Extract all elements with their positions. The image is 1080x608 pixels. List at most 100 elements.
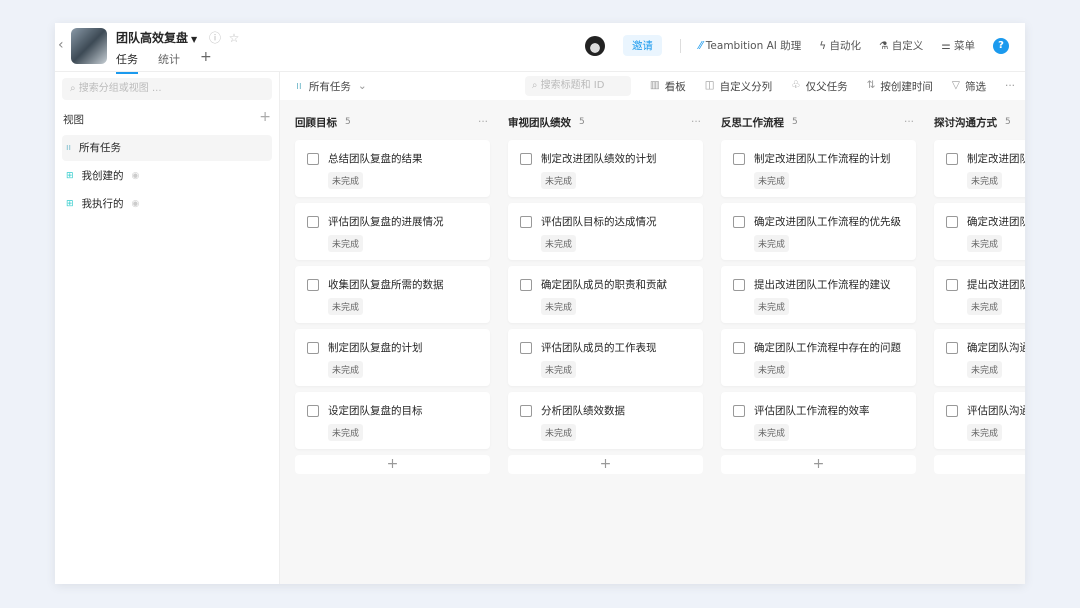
status-badge: 未完成: [541, 298, 577, 315]
app-window: ‹ 团队高效复盘 ▼ ⓘ ☆ 任务 统计 + 邀请 ⁄⁄ Teambition A…: [55, 23, 1025, 584]
task-card[interactable]: 确定改进团队工作流程的优先级未完成: [721, 203, 916, 260]
add-tab-icon[interactable]: +: [200, 50, 212, 74]
project-cover[interactable]: [71, 28, 107, 64]
project-title[interactable]: 团队高效复盘 ▼: [116, 29, 197, 46]
task-checkbox[interactable]: [520, 215, 532, 228]
sidebar: ⌕ 搜索分组或视图 ... 视图 + ıı 所有任务 ⊞ 我创建的 ◉ ⊞ 我执行的 ◉: [55, 72, 280, 584]
views-heading: 视图: [63, 114, 84, 126]
task-checkbox[interactable]: [307, 341, 319, 354]
task-title: 总结团队复盘的结果: [328, 153, 423, 165]
sidebar-item-all-tasks[interactable]: ıı 所有任务: [62, 135, 272, 161]
ai-label: Teambition AI 助理: [705, 40, 802, 52]
column-more-icon[interactable]: ···: [691, 116, 701, 128]
sidebar-item-label: 所有任务: [79, 142, 122, 154]
task-card[interactable]: 制定改进团队工作流程的计划 未完成: [721, 140, 916, 197]
column-header: 探讨沟通方式5···: [934, 110, 1025, 134]
column-header: 审视团队绩效 5 ···: [508, 110, 703, 134]
star-icon[interactable]: ☆: [229, 31, 240, 45]
task-checkbox[interactable]: [733, 152, 745, 165]
task-checkbox[interactable]: [520, 404, 532, 417]
task-checkbox[interactable]: [733, 278, 745, 291]
task-checkbox[interactable]: [307, 404, 319, 417]
task-checkbox[interactable]: [946, 404, 958, 417]
add-task-button[interactable]: +: [508, 455, 703, 474]
task-checkbox[interactable]: [307, 278, 319, 291]
task-checkbox[interactable]: [520, 278, 532, 291]
column-more-icon[interactable]: ···: [904, 116, 914, 128]
task-checkbox[interactable]: [307, 152, 319, 165]
task-title: 评估团队目标的达成情况: [541, 216, 657, 228]
kanban-icon: ıı: [296, 80, 302, 92]
task-card[interactable]: 制定改进团队绩效的计划 未完成: [508, 140, 703, 197]
task-card[interactable]: 确定改进团队沟通方式的优先级未完成: [934, 203, 1025, 260]
task-card[interactable]: 提出改进团队工作流程的建议 未完成: [721, 266, 916, 323]
task-checkbox[interactable]: [946, 278, 958, 291]
task-checkbox[interactable]: [946, 341, 958, 354]
task-checkbox[interactable]: [733, 341, 745, 354]
add-task-button[interactable]: +: [721, 455, 916, 474]
user-avatar[interactable]: [584, 35, 605, 56]
task-title: 确定改进团队工作流程的优先级: [754, 216, 901, 228]
parent-only-button[interactable]: ♧ 仅父任务: [791, 79, 847, 94]
task-checkbox[interactable]: [307, 215, 319, 228]
status-badge: 未完成: [754, 424, 790, 441]
task-card[interactable]: 提出改进团队沟通方式的建议未完成: [934, 266, 1025, 323]
task-card[interactable]: 评估团队工作流程的效率 未完成: [721, 392, 916, 449]
task-checkbox[interactable]: [946, 152, 958, 165]
filter-button[interactable]: ▽ 筛选: [952, 79, 986, 94]
status-badge: 未完成: [541, 424, 577, 441]
caret-down-icon[interactable]: ▼: [191, 35, 197, 44]
board-button[interactable]: ▥ 看板: [650, 79, 686, 94]
task-card[interactable]: 收集团队复盘所需的数据 未完成: [295, 266, 490, 323]
task-checkbox[interactable]: [520, 152, 532, 165]
status-badge: 未完成: [754, 298, 790, 315]
task-card[interactable]: 总结团队复盘的结果 未完成: [295, 140, 490, 197]
task-search-input[interactable]: ⌕ 搜索标题和 ID: [524, 76, 631, 96]
help-icon[interactable]: ?: [993, 37, 1009, 54]
column-title: 反思工作流程: [721, 116, 784, 129]
custom-columns-label: 自定义分列: [719, 80, 773, 93]
task-checkbox[interactable]: [520, 341, 532, 354]
view-selector[interactable]: ıı 所有任务 ⌄: [296, 79, 367, 94]
sort-button[interactable]: ⇅ 按创建时间: [867, 79, 933, 94]
search-icon: ⌕: [531, 80, 541, 91]
task-card[interactable]: 分析团队绩效数据 未完成: [508, 392, 703, 449]
ai-assistant-button[interactable]: ⁄⁄ Teambition AI 助理: [699, 38, 801, 53]
custom-columns-icon: ◫: [704, 78, 715, 91]
add-task-button[interactable]: +: [934, 455, 1025, 474]
task-card[interactable]: 设定团队复盘的目标 未完成: [295, 392, 490, 449]
task-card[interactable]: 评估团队目标的达成情况 未完成: [508, 203, 703, 260]
task-checkbox[interactable]: [733, 404, 745, 417]
task-card[interactable]: 评估团队复盘的进展情况 未完成: [295, 203, 490, 260]
task-checkbox[interactable]: [946, 215, 958, 228]
more-icon[interactable]: ···: [1005, 80, 1015, 92]
task-card[interactable]: 制定团队复盘的计划 未完成: [295, 329, 490, 386]
info-icon[interactable]: ⓘ: [209, 31, 221, 45]
task-card[interactable]: 确定团队成员的职责和贡献 未完成: [508, 266, 703, 323]
custom-columns-button[interactable]: ◫ 自定义分列: [705, 79, 772, 94]
task-card[interactable]: 制定改进团队沟通方式的计划未完成: [934, 140, 1025, 197]
invite-button[interactable]: 邀请: [622, 35, 662, 56]
add-view-icon[interactable]: +: [259, 110, 271, 127]
column-more-icon[interactable]: ···: [478, 116, 488, 128]
task-card[interactable]: 确定团队沟通中存在的问题未完成: [934, 329, 1025, 386]
sidebar-item-assigned-to-me[interactable]: ⊞ 我执行的 ◉: [62, 191, 272, 217]
sidebar-item-created-by-me[interactable]: ⊞ 我创建的 ◉: [62, 163, 272, 189]
back-icon[interactable]: ‹: [58, 37, 64, 53]
task-card[interactable]: 评估团队沟通方式的效率未完成: [934, 392, 1025, 449]
task-card[interactable]: 评估团队成员的工作表现 未完成: [508, 329, 703, 386]
parent-only-label: 仅父任务: [805, 80, 848, 93]
column-title: 回顾目标: [295, 116, 337, 129]
tab-tasks[interactable]: 任务: [116, 51, 138, 74]
task-checkbox[interactable]: [733, 215, 745, 228]
menu-label: 菜单: [954, 40, 975, 52]
automation-button[interactable]: ϟ 自动化: [819, 38, 861, 53]
status-badge: 未完成: [754, 235, 790, 252]
tab-stats[interactable]: 统计: [158, 51, 180, 74]
board-area: ıı 所有任务 ⌄ ⌕ 搜索标题和 ID ▥ 看板 ◫ 自定义分列 ♧ 仅父任务 ⇅ 按创建…: [280, 72, 1025, 584]
task-card[interactable]: 确定团队工作流程中存在的问题 未完成: [721, 329, 916, 386]
sidebar-search-input[interactable]: ⌕ 搜索分组或视图 ...: [62, 78, 272, 100]
customize-button[interactable]: ⚗ 自定义: [879, 38, 923, 53]
menu-button[interactable]: ⚌ 菜单: [941, 38, 975, 53]
add-task-button[interactable]: +: [295, 455, 490, 474]
